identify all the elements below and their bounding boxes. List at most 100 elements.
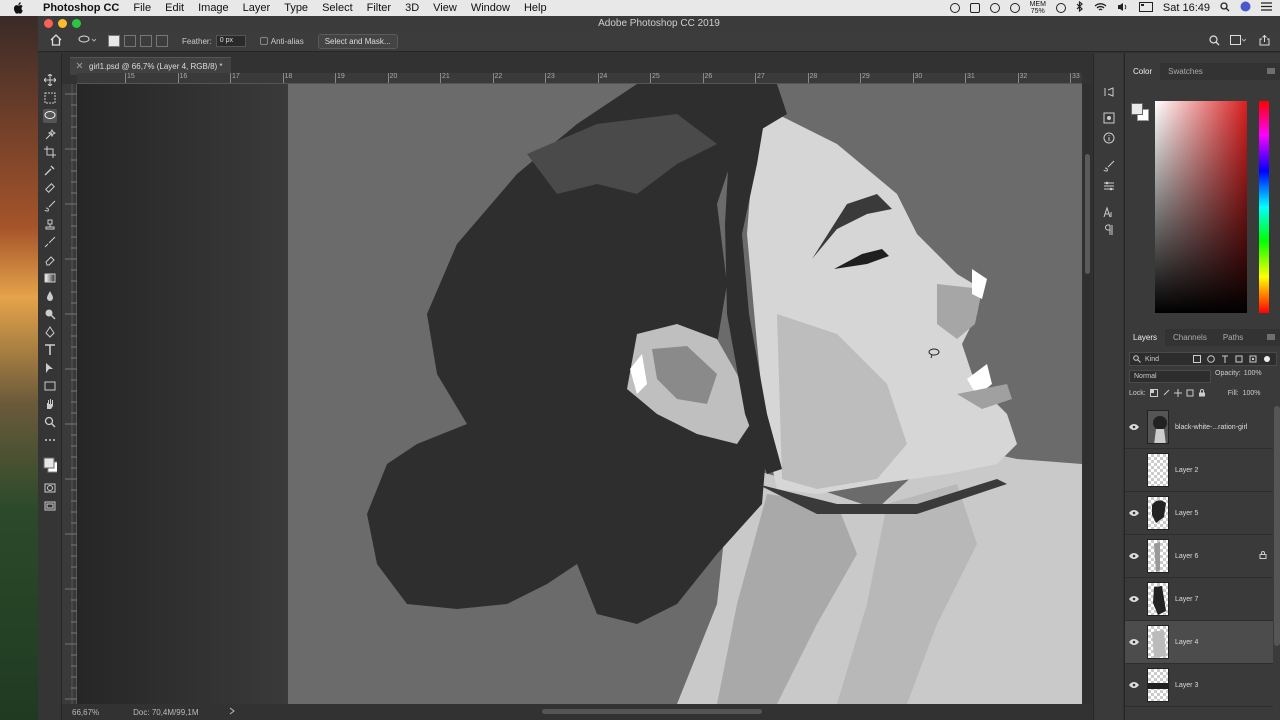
layer-name[interactable]: Layer 4 (1175, 639, 1198, 646)
minimize-window-button[interactable] (58, 19, 67, 28)
zoom-window-button[interactable] (72, 19, 81, 28)
character-panel-icon[interactable] (1102, 205, 1116, 219)
feather-input[interactable]: 0 px (215, 35, 246, 47)
zoom-level[interactable]: 66,67% (72, 708, 99, 717)
search-icon[interactable] (1209, 34, 1220, 48)
filter-shape-icon[interactable] (1235, 355, 1243, 363)
layer-name[interactable]: Layer 6 (1175, 553, 1198, 560)
apple-icon[interactable] (12, 2, 26, 14)
layer-row-layer-7[interactable]: Layer 7 (1125, 578, 1273, 621)
menu-edit[interactable]: Edit (158, 0, 191, 16)
tab-layers[interactable]: Layers (1125, 329, 1166, 346)
layer-thumbnail[interactable] (1147, 539, 1169, 573)
close-window-button[interactable] (44, 19, 53, 28)
layer-thumbnail[interactable] (1147, 410, 1169, 444)
menu-3d[interactable]: 3D (398, 0, 426, 16)
eye-icon[interactable] (1129, 552, 1139, 560)
subtract-selection-button[interactable] (140, 35, 152, 47)
lock-pixels-icon[interactable] (1162, 389, 1170, 397)
layer-name[interactable]: Layer 2 (1175, 467, 1198, 474)
menu-file[interactable]: File (126, 0, 158, 16)
creative-cloud-icon[interactable] (1009, 3, 1020, 13)
lock-all-icon[interactable] (1198, 389, 1206, 397)
brushes-panel-icon[interactable] (1102, 159, 1116, 173)
layer-thumbnail[interactable] (1147, 496, 1169, 530)
layer-thumbnail[interactable] (1147, 668, 1169, 702)
layer-thumbnail[interactable] (1147, 582, 1169, 616)
lasso-tool-icon[interactable] (43, 109, 57, 123)
memory-meter[interactable]: MEM 75% (1030, 1, 1046, 15)
horizontal-scroll-thumb[interactable] (542, 709, 762, 714)
foreground-background-swatch[interactable] (43, 451, 57, 475)
home-icon[interactable] (50, 34, 62, 48)
vertical-ruler[interactable] (62, 84, 77, 704)
eye-icon[interactable] (1129, 638, 1139, 646)
tab-paths[interactable]: Paths (1215, 329, 1251, 346)
spotlight-icon[interactable] (1220, 1, 1230, 15)
layers-scrollbar[interactable] (1274, 406, 1280, 646)
volume-icon[interactable] (1117, 2, 1129, 15)
pen-tool-icon[interactable] (43, 325, 57, 339)
adjustments-panel-icon[interactable] (1102, 111, 1116, 125)
layer-row-layer-2[interactable]: Layer 2 (1125, 449, 1273, 492)
layer-lock-icon[interactable] (1259, 551, 1267, 559)
layer-filter-kind[interactable]: Kind (1129, 352, 1277, 366)
layer-row-layer-6[interactable]: Layer 6 (1125, 535, 1273, 578)
dodge-tool-icon[interactable] (43, 307, 57, 321)
close-document-icon[interactable] (76, 62, 83, 71)
menu-type[interactable]: Type (277, 0, 315, 16)
menu-view[interactable]: View (426, 0, 464, 16)
layer-row-layer-4[interactable]: Layer 4 (1125, 621, 1273, 664)
wifi-icon[interactable] (1094, 2, 1107, 15)
menu-image[interactable]: Image (191, 0, 236, 16)
eraser-tool-icon[interactable] (43, 253, 57, 267)
blend-mode-select[interactable]: Normal (1129, 370, 1211, 383)
clone-stamp-tool-icon[interactable] (43, 217, 57, 231)
history-panel-icon[interactable] (1102, 85, 1116, 99)
info-panel-icon[interactable] (1102, 131, 1116, 145)
user-avatar-icon[interactable] (1240, 1, 1251, 15)
zoom-tool-icon[interactable] (43, 415, 57, 429)
fill-value[interactable]: 100% (1243, 390, 1261, 397)
gradient-tool-icon[interactable] (43, 271, 57, 285)
status-expand-icon[interactable] (229, 707, 235, 717)
eye-icon[interactable] (1129, 681, 1139, 689)
path-selection-tool-icon[interactable] (43, 361, 57, 375)
lock-transparent-icon[interactable] (1149, 389, 1158, 397)
bluetooth-icon[interactable] (1076, 0, 1084, 15)
layer-thumbnail[interactable] (1147, 625, 1169, 659)
color-picker-field[interactable] (1155, 101, 1247, 313)
filter-type-icon[interactable] (1221, 355, 1229, 363)
menu-layer[interactable]: Layer (236, 0, 278, 16)
history-brush-tool-icon[interactable] (43, 235, 57, 249)
eye-icon[interactable] (1129, 509, 1139, 517)
lasso-preset-icon[interactable] (78, 35, 97, 47)
menu-window[interactable]: Window (464, 0, 517, 16)
more-tools-icon[interactable] (43, 433, 57, 447)
eyedropper-tool-icon[interactable] (43, 163, 57, 177)
layer-thumbnail[interactable] (1147, 453, 1169, 487)
tab-swatches[interactable]: Swatches (1160, 63, 1211, 80)
color-panel-swatch[interactable] (1131, 103, 1149, 121)
opacity-value[interactable]: 100% (1244, 370, 1262, 377)
opacity-control[interactable]: Opacity: 100% (1215, 370, 1262, 377)
quick-selection-tool-icon[interactable] (43, 127, 57, 141)
filter-pixel-icon[interactable] (1193, 355, 1202, 363)
menu-filter[interactable]: Filter (360, 0, 398, 16)
artwork-illustration[interactable] (77, 84, 1082, 704)
eye-icon[interactable] (1129, 423, 1139, 431)
canvas-vertical-scrollbar[interactable] (1083, 84, 1092, 704)
input-source-icon[interactable] (1138, 1, 1153, 15)
vertical-scroll-thumb[interactable] (1085, 154, 1090, 274)
filter-toggle-icon[interactable] (1263, 355, 1271, 363)
properties-panel-icon[interactable] (1102, 179, 1116, 193)
tab-channels[interactable]: Channels (1165, 329, 1215, 346)
layer-name[interactable]: Layer 5 (1175, 510, 1198, 517)
antialias-checkbox[interactable] (259, 37, 268, 45)
layer-row-layer-5[interactable]: Layer 5 (1125, 492, 1273, 535)
screen-icon[interactable] (969, 3, 980, 13)
layer-name[interactable]: Layer 3 (1175, 682, 1198, 689)
lock-artboard-icon[interactable] (1186, 389, 1194, 397)
layers-panel-menu-icon[interactable] (1267, 333, 1275, 342)
filter-adjustment-icon[interactable] (1207, 355, 1215, 363)
